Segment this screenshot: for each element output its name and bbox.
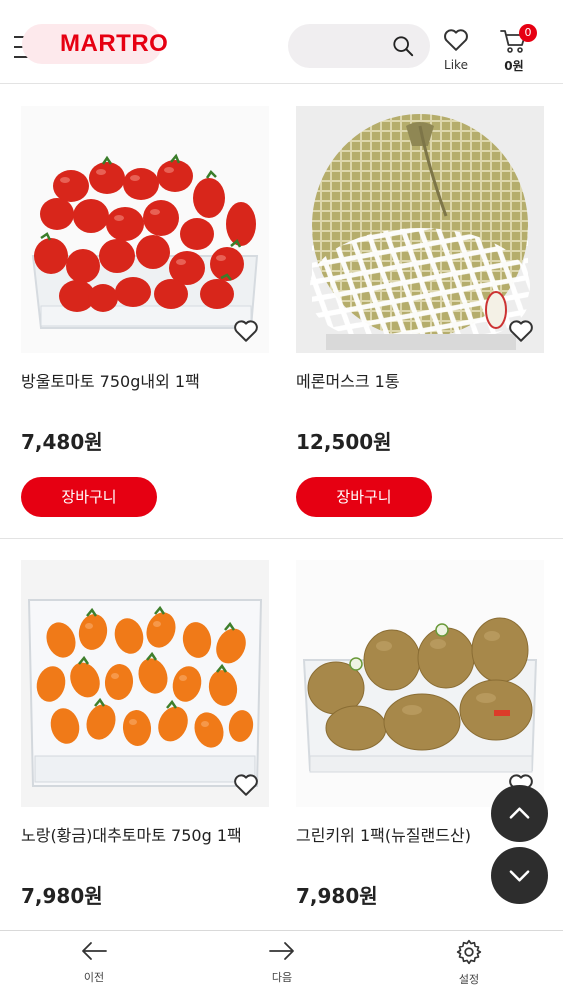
product-price: 12,500원 <box>296 430 392 454</box>
product-name[interactable]: 노랑(황금)대추토마토 750g 1팩 <box>21 822 281 846</box>
scroll-bottom-button[interactable] <box>491 847 548 904</box>
chevron-up-icon <box>509 807 530 819</box>
wishlist-heart-icon[interactable] <box>508 319 534 343</box>
scroll-top-button[interactable] <box>491 785 548 842</box>
cart-amount: 0원 <box>504 59 524 73</box>
wishlist-heart-icon[interactable] <box>233 773 259 797</box>
bottom-navigation: 이전 다음 설정 <box>0 930 563 1000</box>
search-icon[interactable] <box>392 35 414 57</box>
product-name[interactable]: 메론머스크 1통 <box>296 368 556 392</box>
product-image[interactable] <box>296 560 544 807</box>
kiwi-image <box>296 560 544 807</box>
chevron-down-icon <box>509 870 530 882</box>
product-price: 7,480원 <box>21 430 103 454</box>
product-image[interactable] <box>21 560 269 807</box>
nav-settings-button[interactable]: 설정 <box>429 939 509 995</box>
like-button[interactable]: Like <box>440 28 472 74</box>
app-header: MARTRO Like 0 0원 <box>0 0 563 84</box>
melon-image <box>296 106 544 353</box>
nav-next-label: 다음 <box>271 971 293 984</box>
logo: MARTRO <box>60 30 169 57</box>
product-price: 7,980원 <box>296 884 378 908</box>
arrow-right-icon <box>269 942 294 960</box>
cart-count-badge: 0 <box>519 24 537 42</box>
nav-prev-label: 이전 <box>83 971 105 984</box>
arrow-left-icon <box>82 942 107 960</box>
nav-next-button[interactable]: 다음 <box>242 939 322 995</box>
logo-link[interactable]: MARTRO <box>22 24 182 66</box>
cherry-tomato-image <box>21 106 269 353</box>
product-name[interactable]: 방울토마토 750g내외 1팩 <box>21 368 281 392</box>
yellow-tomato-image <box>21 560 269 807</box>
product-image[interactable] <box>296 106 544 353</box>
search-input[interactable] <box>288 24 430 68</box>
nav-prev-button[interactable]: 이전 <box>54 939 134 995</box>
add-to-cart-button[interactable]: 장바구니 <box>296 477 432 517</box>
like-label: Like <box>444 58 468 72</box>
cart-button[interactable]: 0 0원 <box>498 24 538 76</box>
wishlist-heart-icon[interactable] <box>233 319 259 343</box>
gear-icon <box>456 939 482 965</box>
product-image[interactable] <box>21 106 269 353</box>
row-divider <box>0 538 563 539</box>
heart-icon <box>444 29 468 51</box>
add-to-cart-button[interactable]: 장바구니 <box>21 477 157 517</box>
nav-settings-label: 설정 <box>458 973 480 986</box>
product-price: 7,980원 <box>21 884 103 908</box>
